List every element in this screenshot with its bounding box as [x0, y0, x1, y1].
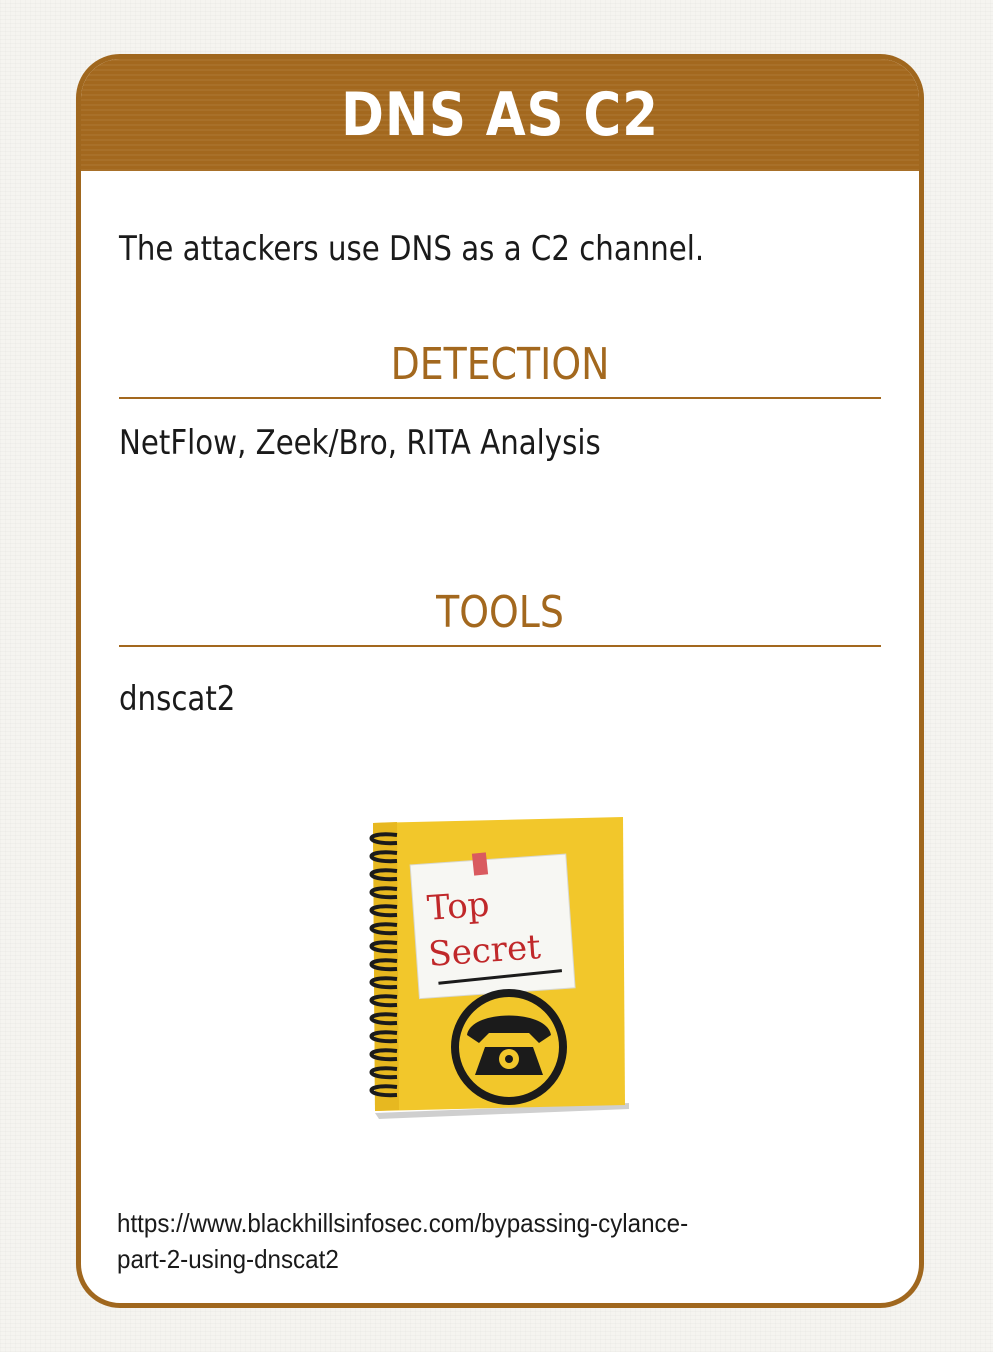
telephone-icon — [451, 989, 567, 1105]
detection-divider — [119, 397, 881, 399]
reference-link-line-2: part-2-using-dnscat2 — [117, 1244, 339, 1274]
pin-icon — [471, 852, 489, 876]
tools-divider — [119, 645, 881, 647]
notebook-illustration: Top Secret — [369, 817, 629, 1119]
card-title: DNS AS C2 — [341, 80, 659, 150]
card-frame: DNS AS C2 The attackers use DNS as a C2 … — [76, 54, 924, 1308]
svg-text:Secret: Secret — [427, 927, 542, 975]
svg-text:Top: Top — [426, 885, 491, 929]
detection-heading: DETECTION — [390, 339, 610, 390]
title-bar: DNS AS C2 — [81, 59, 919, 171]
top-secret-note: Top Secret — [409, 853, 576, 1000]
tools-body: dnscat2 — [119, 679, 236, 719]
detection-body: NetFlow, Zeek/Bro, RITA Analysis — [119, 423, 601, 463]
card-description: The attackers use DNS as a C2 channel. — [119, 229, 705, 269]
tools-heading: TOOLS — [436, 587, 564, 638]
reference-link[interactable]: https://www.blackhillsinfosec.com/bypass… — [117, 1205, 768, 1277]
top-secret-notebook-icon: Top Secret — [357, 813, 637, 1123]
reference-link-line-1: https://www.blackhillsinfosec.com/bypass… — [117, 1208, 689, 1238]
